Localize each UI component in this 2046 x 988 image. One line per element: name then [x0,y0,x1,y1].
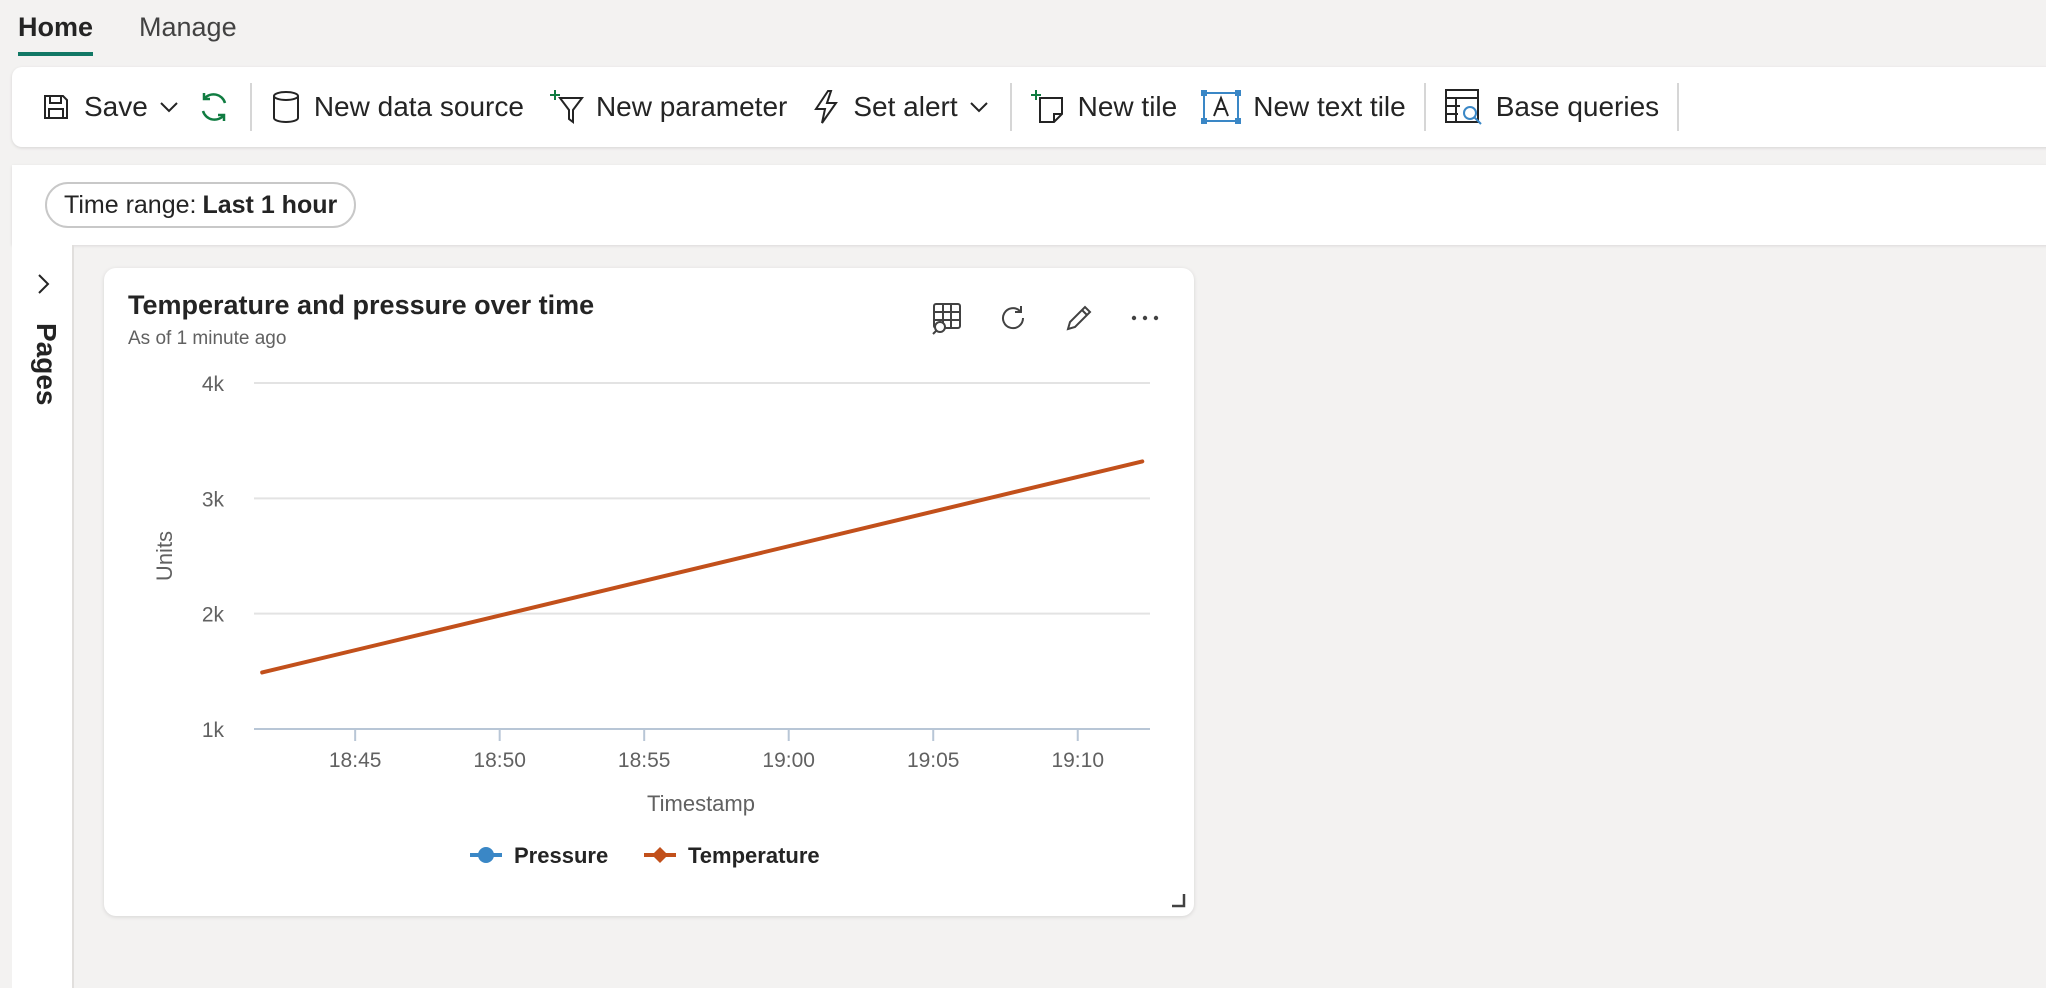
resize-handle-icon[interactable] [1170,892,1186,908]
set-alert-button[interactable]: Set alert [811,89,991,125]
time-range-filter[interactable]: Time range: Last 1 hour [45,182,357,228]
base-queries-label: Base queries [1495,91,1660,122]
line-chart: 1k 2k 3k 4k 18:45 18:50 18:55 19:00 19:05 19:10 T… [152,373,1150,868]
legend-label-temperature: Temperature [688,843,820,868]
more-horizontal-icon [1131,315,1159,321]
ribbon-toolbar: Save New data source New parameter Set a… [12,67,2046,147]
pencil-icon [1066,305,1092,331]
filter-bar: Time range: Last 1 hour [12,165,2046,245]
x-axis-label: Timestamp [647,791,755,816]
legend-label-pressure: Pressure [514,843,608,868]
time-range-value: Last 1 hour [202,190,338,219]
toolbar-separator [1423,83,1426,131]
y-tick-label: 3k [202,488,225,511]
database-icon [272,91,299,124]
text-box-icon [1201,90,1242,124]
refresh-button[interactable] [196,89,232,125]
pages-label[interactable]: Pages [22,323,62,406]
legend-marker-temperature [652,847,668,863]
series-line-temperature [260,459,1145,675]
save-label: Save [84,91,148,122]
refresh-tile-button[interactable] [980,298,1046,338]
table-search-icon [1444,89,1482,125]
pages-pane: Pages [12,245,74,988]
new-data-source-label: New data source [313,91,524,122]
chevron-down-icon[interactable] [966,94,992,120]
tab-manage[interactable]: Manage [139,0,237,56]
top-tabs: Home Manage [0,0,283,60]
tile-actions [914,298,1178,338]
new-tile-button[interactable]: New tile [1030,88,1178,126]
y-tick-label: 2k [202,604,225,627]
save-icon [44,95,68,119]
more-options-button[interactable] [1112,298,1178,338]
new-text-tile-button[interactable]: New text tile [1201,90,1406,124]
x-tick-label: 19:00 [762,749,815,772]
refresh-icon [201,93,227,121]
x-tick-label: 19:10 [1051,749,1104,772]
base-queries-button[interactable]: Base queries [1444,87,1659,127]
toolbar-separator [249,83,252,131]
new-text-tile-label: New text tile [1253,91,1406,122]
flash-icon [814,90,839,124]
toolbar-separator [1677,83,1680,131]
tile-subtitle: As of 1 minute ago [128,328,287,349]
x-tick-label: 18:55 [618,749,671,772]
x-tick-label: 18:45 [329,749,382,772]
chevron-right-icon[interactable] [32,271,54,297]
new-tile-label: New tile [1077,91,1178,122]
edit-tile-button[interactable] [1046,298,1112,338]
toolbar-separator [1009,83,1012,131]
y-tick-label: 4k [202,373,225,396]
new-parameter-label: New parameter [595,91,788,122]
time-range-label: Time range: [64,190,197,219]
tile-title: Temperature and pressure over time [128,290,595,320]
y-axis-label: Units [152,531,177,581]
filter-add-icon [549,90,584,124]
legend-marker-pressure [478,847,494,863]
x-tick-label: 18:50 [473,749,526,772]
tab-home[interactable]: Home [18,0,94,56]
table-search-icon [932,303,961,335]
chart-tile: 1k 2k 3k 4k 18:45 18:50 18:55 19:00 19:05 19:10 T… [104,268,1194,916]
explore-data-button[interactable] [914,298,980,338]
refresh-icon [1002,306,1025,330]
new-data-source-button[interactable]: New data source [270,89,524,125]
chevron-down-icon[interactable] [156,94,182,120]
new-tile-icon [1030,90,1063,123]
y-tick-label: 1k [202,719,225,742]
save-button[interactable]: Save [40,91,182,123]
x-tick-label: 19:05 [907,749,960,772]
set-alert-label: Set alert [853,91,958,122]
new-parameter-button[interactable]: New parameter [548,88,787,126]
